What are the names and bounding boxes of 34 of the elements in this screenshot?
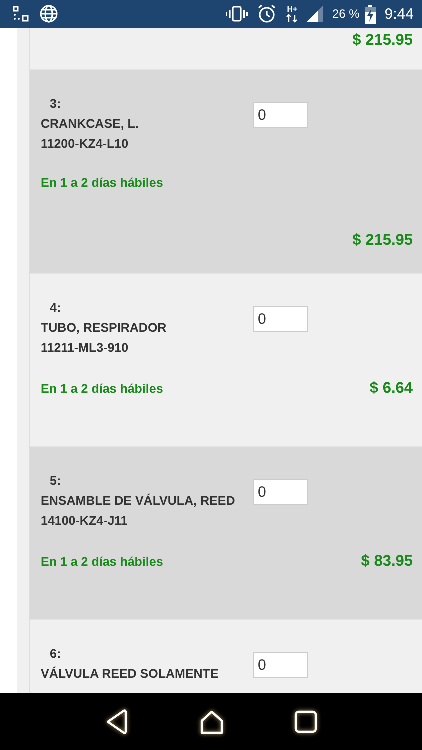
globe-icon: [39, 4, 59, 24]
vibrate-icon: [226, 5, 248, 23]
availability-text: En 1 a 2 días hábiles: [41, 176, 164, 190]
quantity-field[interactable]: 0: [253, 102, 308, 128]
battery-charging-icon: [364, 4, 376, 24]
item-name: VÁLVULA REED SOLAMENTE: [41, 666, 220, 683]
item-name: ENSAMBLE DE VÁLVULA, REED: [41, 492, 236, 510]
home-icon[interactable]: [198, 708, 225, 734]
part-number: 14100-KZ4-J11: [41, 513, 129, 530]
battery-percent: 26 %: [332, 7, 360, 21]
data-arrows-icon: [286, 14, 298, 22]
network-share-icon: [12, 5, 30, 23]
recents-icon[interactable]: [294, 710, 318, 734]
availability-text: En 1 a 2 días hábiles: [41, 555, 164, 569]
network-type: H+: [287, 6, 298, 14]
availability-text: En 1 a 2 días hábiles: [41, 382, 164, 396]
item-price: $ 83.95: [361, 553, 413, 571]
clock-time: 9:44: [384, 6, 414, 22]
item-price: $ 215.95: [352, 32, 413, 50]
item-name: CRANKCASE, L.: [41, 116, 140, 133]
item-number: 3:: [49, 96, 62, 113]
item-number: 5:: [49, 473, 62, 490]
quantity-field[interactable]: 0: [253, 652, 308, 678]
alarm-clock-icon: [257, 4, 278, 24]
part-number: 11211-ML3-910: [41, 340, 130, 357]
item-number: 4:: [49, 300, 62, 317]
quantity-field[interactable]: 0: [253, 306, 308, 332]
quantity-field[interactable]: 0: [253, 479, 308, 505]
signal-icon: [307, 6, 324, 22]
item-price: $ 215.95: [352, 232, 413, 250]
item-number: 6:: [49, 646, 62, 663]
item-price: $ 6.64: [370, 380, 413, 398]
item-name: TUBO, RESPIRADOR: [41, 320, 168, 337]
part-number: 11200-KZ4-L10: [41, 136, 130, 153]
